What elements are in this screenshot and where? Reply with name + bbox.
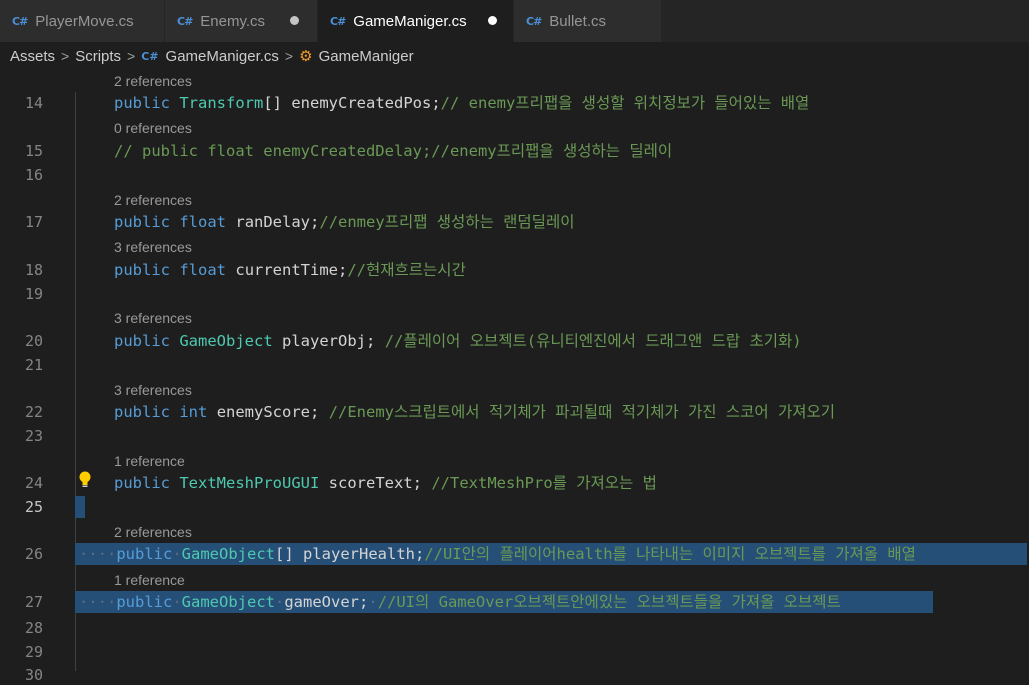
- comment: //enmey프리팹 생성하는 랜덤딜레이: [319, 213, 575, 231]
- codelens-references[interactable]: 3 references: [114, 309, 192, 327]
- keyword: public: [116, 545, 173, 563]
- indent-guide: [75, 92, 76, 671]
- code-line-20: public GameObject playerObj; //플레이어 오브젝트…: [114, 331, 802, 351]
- identifier: gameOver;: [284, 593, 369, 611]
- tab-enemy[interactable]: C# Enemy.cs: [165, 0, 318, 42]
- code-line-15: // public float enemyCreatedDelay;//enem…: [114, 141, 672, 161]
- identifier: playerObj;: [282, 332, 376, 350]
- comment: //현재흐르는시간: [347, 261, 466, 279]
- line-number: 16: [24, 166, 43, 184]
- code-line-26: ····public·GameObject[] playerHealth;//U…: [79, 545, 916, 563]
- line-number: 15: [24, 142, 43, 160]
- comment: // enemy프리팹을 생성할 위치정보가 들어있는 배열: [440, 94, 810, 112]
- csharp-file-icon: C#: [177, 14, 193, 28]
- line-number: 17: [24, 213, 43, 231]
- breadcrumb: Assets > Scripts > C# GameManiger.cs > ⚙…: [0, 42, 1029, 70]
- codelens-references[interactable]: 2 references: [114, 72, 192, 90]
- chevron-right-icon: >: [284, 48, 294, 64]
- line-number: 20: [24, 332, 43, 350]
- line-number: 29: [24, 643, 43, 661]
- csharp-file-icon: C#: [141, 49, 159, 63]
- breadcrumb-item-class[interactable]: GameManiger: [319, 48, 414, 65]
- line-number: 25: [24, 498, 43, 516]
- codelens-references[interactable]: 0 references: [114, 119, 192, 137]
- identifier: currentTime;: [235, 261, 348, 279]
- line-number: 22: [24, 403, 43, 421]
- keyword: public: [114, 261, 170, 279]
- csharp-file-icon: C#: [12, 14, 28, 28]
- code-line-24: public TextMeshProUGUI scoreText; //Text…: [114, 473, 657, 493]
- comment: //UI의 GameOver오브젝트안에있는 오브젝트들을 가져올 오브젝트: [377, 593, 841, 611]
- unsaved-dot-icon[interactable]: [290, 16, 299, 25]
- identifier: enemyScore;: [216, 403, 320, 421]
- keyword: public: [114, 474, 170, 492]
- type-name: GameObject: [181, 593, 275, 611]
- keyword: public: [114, 403, 170, 421]
- identifier: [] enemyCreatedPos;: [263, 94, 441, 112]
- class-symbol-icon: ⚙: [299, 48, 313, 65]
- comment: // public float enemyCreatedDelay;//enem…: [114, 142, 673, 160]
- selection-highlight: [75, 496, 85, 518]
- tab-gamemaniger[interactable]: C# GameManiger.cs: [318, 0, 514, 42]
- line-number: 21: [24, 356, 43, 374]
- comment: //플레이어 오브젝트(유니티엔진에서 드래그앤 드랍 초기화): [384, 332, 802, 350]
- unsaved-dot-icon[interactable]: [488, 16, 497, 25]
- line-number: 30: [24, 666, 43, 684]
- comment: //TextMeshPro를 가져오는 법: [431, 474, 657, 492]
- line-number: 14: [24, 94, 43, 112]
- codelens-references[interactable]: 3 references: [114, 238, 192, 256]
- line-number: 24: [24, 474, 43, 492]
- lightbulb-icon[interactable]: [78, 471, 92, 493]
- chevron-right-icon: >: [127, 48, 136, 64]
- tab-label: PlayerMove.cs: [35, 12, 134, 30]
- identifier: [] playerHealth;: [275, 545, 425, 563]
- tab-playermove[interactable]: C# PlayerMove.cs: [0, 0, 165, 42]
- line-number: 28: [24, 619, 43, 637]
- comment: //UI안의 플레이어health를 나타내는 이미지 오브젝트를 가져올 배열: [424, 545, 916, 563]
- code-editor[interactable]: 2 references 14 public Transform[] enemy…: [0, 70, 1029, 684]
- codelens-references[interactable]: 1 reference: [114, 452, 185, 470]
- line-number: 18: [24, 261, 43, 279]
- keyword: public: [116, 593, 173, 611]
- tab-label: Enemy.cs: [200, 12, 266, 30]
- type-name: GameObject: [179, 332, 273, 350]
- line-number: 19: [24, 285, 43, 303]
- codelens-references[interactable]: 1 reference: [114, 571, 185, 589]
- code-line-17: public float ranDelay;//enmey프리팹 생성하는 랜덤…: [114, 212, 574, 232]
- codelens-references[interactable]: 2 references: [114, 191, 192, 209]
- csharp-file-icon: C#: [330, 14, 346, 28]
- editor-tab-bar: C# PlayerMove.cs C# Enemy.cs C# GameMani…: [0, 0, 1029, 42]
- line-number: 23: [24, 427, 43, 445]
- line-number: 26: [24, 545, 43, 563]
- type-name: TextMeshProUGUI: [179, 474, 320, 492]
- keyword: float: [179, 261, 227, 279]
- codelens-references[interactable]: 3 references: [114, 381, 192, 399]
- breadcrumb-item-file[interactable]: GameManiger.cs: [166, 48, 279, 65]
- chevron-right-icon: >: [61, 48, 70, 64]
- line-number: 27: [24, 593, 43, 611]
- keyword: public: [114, 332, 170, 350]
- identifier: scoreText;: [328, 474, 422, 492]
- breadcrumb-item-assets[interactable]: Assets: [10, 48, 55, 65]
- type-name: GameObject: [181, 545, 275, 563]
- tab-bullet[interactable]: C# Bullet.cs: [514, 0, 662, 42]
- breadcrumb-item-scripts[interactable]: Scripts: [75, 48, 121, 65]
- csharp-file-icon: C#: [526, 14, 542, 28]
- code-line-22: public int enemyScore; //Enemy스크립트에서 적기체…: [114, 402, 835, 422]
- identifier: ranDelay;: [235, 213, 320, 231]
- codelens-references[interactable]: 2 references: [114, 523, 192, 541]
- code-line-27: ····public·GameObject·gameOver;·//UI의 Ga…: [79, 593, 841, 611]
- code-line-18: public float currentTime;//현재흐르는시간: [114, 260, 466, 280]
- keyword: float: [179, 213, 227, 231]
- keyword: public: [114, 94, 170, 112]
- tab-label: GameManiger.cs: [353, 12, 467, 30]
- tab-label: Bullet.cs: [549, 12, 606, 30]
- keyword: int: [179, 403, 208, 421]
- code-line-14: public Transform[] enemyCreatedPos;// en…: [114, 93, 809, 113]
- comment: //Enemy스크립트에서 적기체가 파괴될때 적기체가 가진 스코어 가져오기: [328, 403, 836, 421]
- keyword: public: [114, 213, 170, 231]
- type-name: Transform: [179, 94, 264, 112]
